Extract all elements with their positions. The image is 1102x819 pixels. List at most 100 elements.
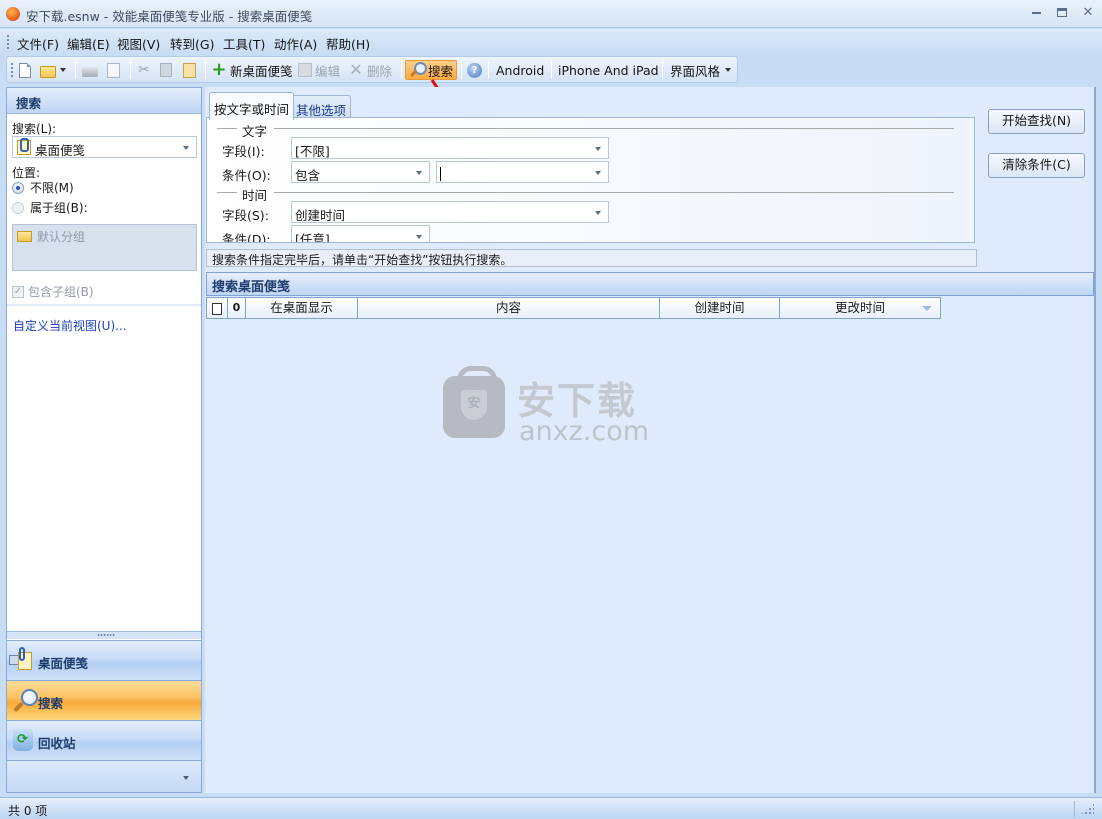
print-preview-button[interactable] [107, 60, 123, 80]
section-line [274, 192, 954, 193]
time-field-combo[interactable]: 创建时间 [291, 201, 609, 223]
watermark-logo: 安 安下载 anxz.com [443, 366, 663, 448]
time-condition-combo[interactable]: [任意] [291, 225, 430, 243]
toolbar-separator [75, 61, 76, 79]
open-button[interactable] [40, 60, 66, 80]
group-item: 默认分组 [37, 230, 86, 244]
shield-icon: 安 [461, 390, 487, 420]
edit-label: 编辑 [315, 63, 341, 79]
paste-button[interactable] [183, 60, 199, 80]
include-subgroups-checkbox[interactable]: ✓ 包含子组(B) [12, 283, 94, 300]
nav-search-label: 搜索 [38, 696, 64, 711]
time-condition-value: [任意] [295, 232, 330, 243]
close-button[interactable]: ✕ [1076, 4, 1100, 22]
android-button[interactable]: Android [496, 60, 544, 80]
new-note-button[interactable]: + 新桌面便笺 [211, 59, 292, 80]
radio-in-group[interactable]: 属于组(B): [12, 199, 88, 216]
menu-goto[interactable]: 转到(G) [167, 34, 217, 53]
help-button[interactable]: ? [467, 60, 485, 80]
chevron-down-icon [595, 211, 601, 215]
chevron-down-icon [183, 776, 189, 780]
column-header-created[interactable]: 创建时间 [660, 298, 780, 318]
nav-recycle-bin[interactable]: 回收站 [7, 720, 201, 760]
cut-button[interactable]: ✂ [136, 60, 155, 80]
edit-button[interactable]: 编辑 [298, 60, 340, 80]
menu-file[interactable]: 文件(F) [14, 34, 62, 53]
toolbar-separator [662, 61, 663, 79]
clear-conditions-button[interactable]: 清除条件(C) [988, 153, 1085, 178]
open-folder-icon [40, 65, 56, 78]
maximize-icon [1057, 8, 1067, 17]
delete-button[interactable]: ✕ 删除 [348, 60, 392, 80]
chevron-down-icon [416, 235, 422, 239]
column-header-document[interactable] [207, 298, 228, 318]
time-condition-label: 条件(D): [222, 232, 271, 243]
column-header-modified[interactable]: 更改时间 [780, 298, 940, 318]
menu-tools[interactable]: 工具(T) [220, 34, 268, 53]
toolbar-grip[interactable] [11, 62, 13, 78]
chevron-down-icon[interactable] [60, 68, 66, 72]
text-field-combo[interactable]: [不限] [291, 137, 609, 159]
radio-unlimited[interactable]: 不限(M) [12, 179, 74, 196]
customize-view-link[interactable]: 自定义当前视图(U)... [13, 317, 127, 334]
chevron-down-icon [595, 171, 601, 175]
print-button[interactable] [82, 60, 101, 80]
maximize-button[interactable] [1050, 4, 1074, 22]
column-header-content[interactable]: 内容 [358, 298, 660, 318]
start-search-button[interactable]: 开始查找(N) [988, 109, 1085, 134]
theme-label: 界面风格 [670, 63, 721, 79]
document-icon [212, 302, 222, 315]
help-icon: ? [467, 62, 482, 78]
delete-x-icon: ✕ [349, 60, 363, 79]
menu-action[interactable]: 动作(A) [271, 34, 320, 53]
results-grid-header: 0 在桌面显示 内容 创建时间 更改时间 [206, 297, 941, 319]
new-document-button[interactable] [19, 60, 34, 80]
app-icon [6, 7, 20, 22]
menu-edit[interactable]: 编辑(E) [64, 34, 113, 53]
plus-icon: + [211, 59, 227, 80]
status-bar: 共 0 项 [0, 797, 1102, 819]
radio-button-checked[interactable] [12, 181, 24, 194]
column-header-attachment[interactable]: 0 [228, 298, 246, 318]
time-field-value: 创建时间 [295, 208, 346, 223]
menu-help[interactable]: 帮助(H) [323, 34, 373, 53]
keyword-input[interactable] [436, 161, 609, 183]
resize-grip-icon[interactable] [1080, 803, 1094, 815]
chevron-down-icon [183, 146, 189, 150]
group-list[interactable]: 默认分组 [12, 224, 197, 271]
nav-splitter[interactable] [7, 631, 201, 639]
time-field-label: 字段(S): [222, 208, 269, 223]
tab-other-options[interactable]: 其他选项 [291, 95, 352, 118]
copy-button[interactable] [160, 60, 175, 80]
note-icon [9, 647, 32, 671]
time-section-title: 时间 [242, 188, 268, 203]
minimize-button[interactable] [1024, 4, 1048, 22]
nav-notes[interactable]: 桌面便笺 [7, 640, 201, 680]
search-scope-select[interactable]: 桌面便笺 [12, 136, 197, 158]
text-condition-value: 包含 [295, 168, 321, 183]
status-separator [1074, 801, 1075, 817]
tab-text-or-time[interactable]: 按文字或时间 [209, 92, 295, 120]
checkbox-checked-icon[interactable]: ✓ [12, 285, 24, 298]
text-condition-combo[interactable]: 包含 [291, 161, 430, 183]
theme-dropdown[interactable]: 界面风格 [670, 60, 732, 80]
search-button[interactable]: 搜索 [405, 60, 458, 80]
nav-configure-button[interactable] [7, 760, 201, 792]
search-scope-label: 搜索(L): [12, 122, 57, 136]
nav-search[interactable]: 搜索 [7, 680, 201, 720]
toolbar: ✂ + 新桌面便笺 编辑 ✕ 删除 搜索 ? Android iPhone An… [6, 56, 738, 83]
attachment-icon: 0 [232, 301, 241, 314]
search-hint: 搜索条件指定完毕后，请单击“开始查找”按钮执行搜索。 [206, 249, 977, 267]
radio-unlimited-label: 不限(M) [30, 181, 74, 195]
menu-view[interactable]: 视图(V) [114, 34, 163, 53]
menu-grip[interactable] [7, 34, 9, 50]
title-bar: 安下载.esnw - 效能桌面便笺专业版 - 搜索桌面便笺 ✕ [0, 0, 1102, 28]
radio-button-unchecked[interactable] [12, 201, 24, 214]
column-header-show-on-desktop[interactable]: 在桌面显示 [246, 298, 358, 318]
nav-recycle-label: 回收站 [38, 736, 76, 751]
toolbar-separator [461, 61, 462, 79]
toolbar-separator [488, 61, 489, 79]
paste-icon [183, 62, 196, 78]
iphone-ipad-button[interactable]: iPhone And iPad [558, 60, 659, 80]
close-icon: ✕ [1082, 5, 1094, 20]
